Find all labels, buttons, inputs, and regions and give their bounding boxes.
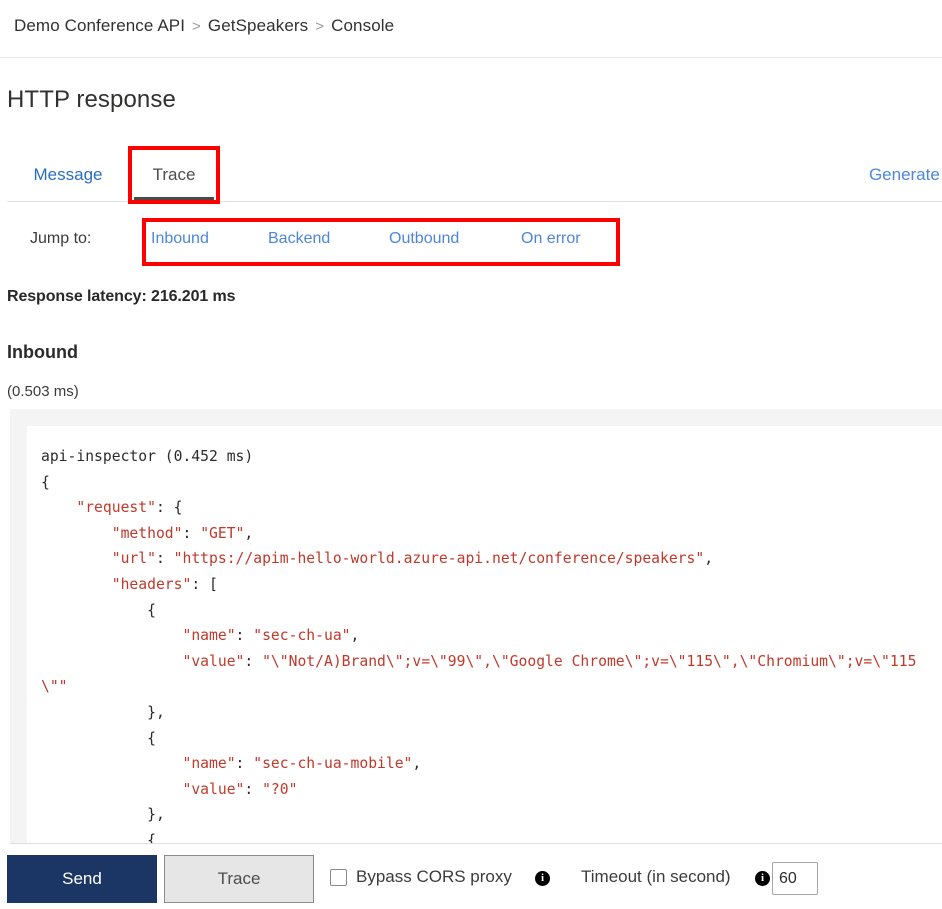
response-latency: Response latency: 216.201 ms xyxy=(7,288,236,305)
jump-link-outbound[interactable]: Outbound xyxy=(389,230,459,248)
jump-link-on-error[interactable]: On error xyxy=(521,230,581,248)
code-val-name-2: "sec-ch-ua-mobile" xyxy=(253,755,413,773)
generate-definition-link[interactable]: Generate d xyxy=(869,150,942,200)
code-val-name-1: "sec-ch-ua" xyxy=(253,627,351,645)
code-key-request: "request" xyxy=(76,499,156,517)
code-key-method: "method" xyxy=(111,524,183,542)
trace-button[interactable]: Trace xyxy=(164,855,314,903)
jump-to-label: Jump to: xyxy=(30,230,92,247)
response-tabs: Message Trace Generate d xyxy=(0,150,942,202)
code-key-url: "url" xyxy=(111,550,156,568)
code-val-value-2: "?0" xyxy=(262,780,298,798)
bypass-cors-label[interactable]: Bypass CORS proxy xyxy=(356,867,512,887)
breadcrumb-item-api[interactable]: Demo Conference API xyxy=(14,16,185,35)
breadcrumb: Demo Conference API > GetSpeakers > Console xyxy=(14,16,394,36)
timeout-input[interactable] xyxy=(772,862,818,895)
tab-message[interactable]: Message xyxy=(26,150,110,200)
info-icon-bypass-cors[interactable]: i xyxy=(535,871,550,886)
info-icon-timeout[interactable]: i xyxy=(755,871,770,886)
page-title: HTTP response xyxy=(7,86,176,113)
code-headers-open: : [ xyxy=(191,575,218,593)
breadcrumb-item-console: Console xyxy=(331,16,395,35)
code-line-header: api-inspector (0.452 ms) xyxy=(41,448,254,465)
trace-json: api-inspector (0.452 ms) { "request": { … xyxy=(27,426,942,843)
bypass-cors-checkbox[interactable] xyxy=(330,869,347,886)
code-header2-close: }, xyxy=(147,806,165,824)
jump-to-row: Jump to: Inbound Backend Outbound On err… xyxy=(0,228,942,256)
breadcrumb-separator: > xyxy=(315,18,325,35)
trace-code-block: api-inspector (0.452 ms) { "request": { … xyxy=(10,409,942,844)
tabs-divider xyxy=(7,201,942,202)
code-header3-open: { xyxy=(147,831,156,843)
send-button[interactable]: Send xyxy=(7,855,157,903)
breadcrumb-item-operation[interactable]: GetSpeakers xyxy=(208,16,308,35)
code-key-name-2: "name" xyxy=(182,755,236,773)
section-duration-inbound: (0.503 ms) xyxy=(7,383,79,400)
code-header1-close: }, xyxy=(147,703,165,721)
jump-link-backend[interactable]: Backend xyxy=(268,230,330,248)
jump-link-inbound[interactable]: Inbound xyxy=(151,230,209,248)
code-header1-open: { xyxy=(147,601,156,619)
tab-trace[interactable]: Trace xyxy=(134,150,214,200)
code-request-open: : { xyxy=(155,499,183,517)
code-header2-open: { xyxy=(147,729,156,747)
code-val-value-1: "\"Not/A)Brand\";v=\"99\",\"Google Chrom… xyxy=(41,652,917,696)
section-title-inbound: Inbound xyxy=(7,342,78,362)
timeout-label: Timeout (in second) xyxy=(581,867,731,886)
code-val-method: "GET" xyxy=(200,524,245,542)
breadcrumb-separator: > xyxy=(192,18,201,35)
console-toolbar: Send Trace Bypass CORS proxy i Timeout (… xyxy=(0,855,942,909)
header-divider xyxy=(0,57,942,58)
code-key-value-2: "value" xyxy=(182,780,245,798)
code-key-headers: "headers" xyxy=(111,575,192,593)
code-key-name-1: "name" xyxy=(182,627,236,645)
trace-code-content[interactable]: api-inspector (0.452 ms) { "request": { … xyxy=(27,426,942,843)
code-key-value-1: "value" xyxy=(182,652,245,670)
code-line-open-brace: { xyxy=(41,473,50,491)
code-val-url: "https://apim-hello-world.azure-api.net/… xyxy=(173,550,705,568)
